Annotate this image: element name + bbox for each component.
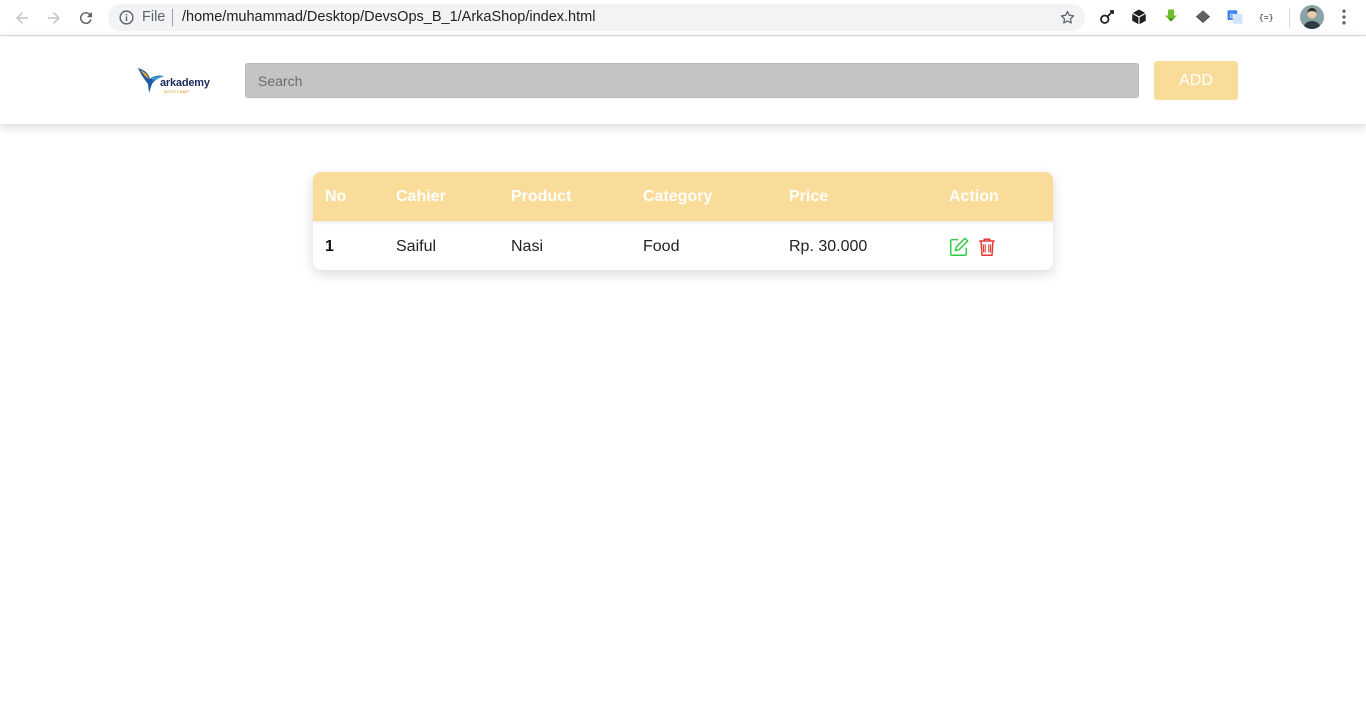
reload-button[interactable] (74, 6, 98, 30)
cell-product: Nasi (511, 238, 544, 255)
extension-box[interactable] (1129, 7, 1149, 27)
extension-json[interactable]: {=} (1257, 7, 1277, 27)
extension-devtools[interactable] (1097, 7, 1117, 27)
layers-icon (1195, 10, 1211, 23)
edit-icon[interactable] (948, 236, 970, 258)
cube-icon (1131, 9, 1147, 25)
cell-cahier: Saiful (396, 238, 437, 255)
braces-icon: {=} (1259, 13, 1274, 23)
arrow-left-icon (16, 12, 28, 24)
svg-text:G: G (1230, 14, 1235, 20)
trash-icon[interactable] (976, 236, 998, 258)
toolbar-divider (1289, 8, 1290, 28)
column-header-price: Price (789, 188, 829, 205)
download-arrow-icon (1165, 9, 1177, 22)
extension-translate[interactable]: G (1225, 7, 1245, 27)
arrow-right-icon (48, 12, 60, 24)
column-header-cahier: Cahier (396, 188, 446, 205)
svg-text:{=}: {=} (1259, 13, 1274, 23)
translate-icon: G (1227, 10, 1243, 24)
kebab-menu-icon[interactable] (1334, 7, 1354, 27)
logo-tagline: BOOTCAMP (164, 89, 190, 94)
app-header: arkademy BOOTCAMP ADD (0, 37, 1366, 124)
url-text[interactable]: /home/muhammad/Desktop/DevsOps_B_1/ArkaS… (182, 9, 595, 26)
column-header-category: Category (643, 188, 713, 205)
add-button[interactable]: ADD (1154, 61, 1238, 100)
cell-price: Rp. 30.000 (789, 238, 868, 255)
browser-toolbar: File /home/muhammad/Desktop/DevsOps_B_1/… (0, 0, 1366, 36)
table-header: No Cahier Product Category Price Action (313, 172, 1053, 221)
column-header-product: Product (511, 188, 572, 205)
wrench-icon (1100, 10, 1114, 24)
address-bar[interactable]: File /home/muhammad/Desktop/DevsOps_B_1/… (108, 4, 1085, 31)
address-separator (172, 9, 173, 26)
scheme-label: File (142, 9, 166, 25)
reload-icon (79, 12, 92, 25)
person-icon (1303, 8, 1321, 29)
column-header-action: Action (949, 188, 999, 205)
cell-category: Food (643, 238, 680, 255)
extension-layers[interactable] (1193, 7, 1213, 27)
products-table: No Cahier Product Category Price Action … (313, 172, 1053, 270)
column-header-no: No (325, 188, 347, 205)
info-icon[interactable] (118, 9, 135, 26)
forward-button[interactable] (42, 6, 66, 30)
back-button[interactable] (10, 6, 34, 30)
extension-downloader[interactable] (1161, 7, 1181, 27)
star-icon[interactable] (1059, 9, 1076, 26)
logo-wordmark: arkademy (160, 77, 210, 89)
profile-avatar[interactable] (1300, 5, 1324, 29)
cell-no: 1 (325, 238, 334, 255)
search-input[interactable] (245, 63, 1139, 98)
arkademy-logo[interactable]: arkademy BOOTCAMP (136, 64, 210, 98)
